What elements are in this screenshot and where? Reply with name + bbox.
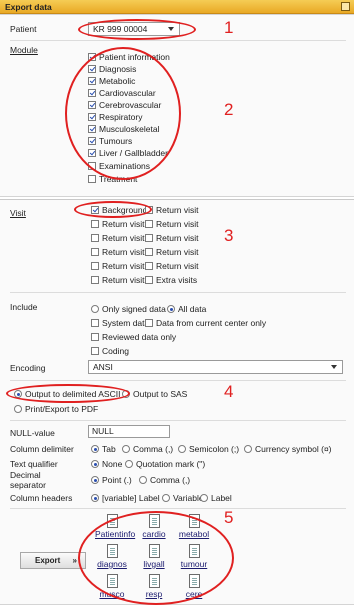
headers-radio-variable[interactable]: Variable bbox=[162, 493, 204, 504]
annotation-number-1: 1 bbox=[224, 18, 234, 37]
visit-checkbox-return-visit[interactable]: Return visit bbox=[91, 261, 145, 272]
decimal-radio-comma[interactable]: Comma (,) bbox=[139, 475, 190, 486]
divider bbox=[10, 40, 346, 41]
checkbox-icon[interactable] bbox=[145, 276, 153, 284]
minimize-icon[interactable] bbox=[341, 2, 350, 11]
visit-checkbox-return-visit[interactable]: Return visit bbox=[145, 261, 199, 272]
decimal-separator-label-line2: separator bbox=[10, 480, 46, 490]
radio-icon[interactable] bbox=[91, 494, 99, 502]
null-value-label: NULL-value bbox=[10, 428, 55, 438]
null-value-input[interactable]: NULL bbox=[88, 425, 170, 438]
visit-checkbox-return-visit[interactable]: Return visit bbox=[91, 247, 145, 258]
checkbox-icon[interactable] bbox=[145, 319, 153, 327]
checkbox-icon[interactable] bbox=[145, 262, 153, 270]
encoding-select[interactable]: ANSI bbox=[88, 360, 343, 374]
annotation-ellipse-1 bbox=[78, 19, 196, 40]
delimiter-radio-tab[interactable]: Tab bbox=[91, 444, 116, 455]
headers-radio-label[interactable]: Label bbox=[200, 493, 232, 504]
encoding-value: ANSI bbox=[93, 362, 113, 372]
checkbox-icon[interactable] bbox=[91, 276, 99, 284]
chevron-down-icon bbox=[331, 365, 337, 369]
visit-checkbox-return-visit[interactable]: Return visit bbox=[145, 247, 199, 258]
delimiter-radio-comma[interactable]: Comma (,) bbox=[122, 444, 173, 455]
checkbox-icon[interactable] bbox=[145, 234, 153, 242]
radio-icon[interactable] bbox=[91, 476, 99, 484]
annotation-ellipse-4 bbox=[6, 384, 130, 403]
divider bbox=[10, 380, 346, 381]
annotation-number-3: 3 bbox=[224, 226, 234, 245]
module-label: Module bbox=[10, 45, 38, 55]
include-label: Include bbox=[10, 302, 38, 312]
encoding-label: Encoding bbox=[10, 363, 46, 373]
visit-label: Visit bbox=[10, 208, 26, 218]
checkbox-icon[interactable] bbox=[145, 248, 153, 256]
checkbox-icon[interactable] bbox=[91, 347, 99, 355]
qualifier-radio-none[interactable]: None bbox=[91, 459, 122, 470]
delimiter-radio-semicolon[interactable]: Semicolon (;) bbox=[178, 444, 239, 455]
radio-icon[interactable] bbox=[125, 460, 133, 468]
visit-checkbox-return-visit[interactable]: Return visit bbox=[145, 219, 199, 230]
annotation-ellipse-2 bbox=[65, 47, 181, 180]
include-checkbox-reviewed[interactable]: Reviewed data only bbox=[91, 332, 176, 343]
annotation-ellipse-3 bbox=[74, 201, 152, 218]
window-title: Export data bbox=[5, 2, 52, 12]
decimal-radio-point[interactable]: Point (.) bbox=[91, 475, 132, 486]
checkbox-icon[interactable] bbox=[91, 234, 99, 242]
export-button[interactable]: Export » bbox=[20, 552, 86, 569]
column-headers-label: Column headers bbox=[10, 493, 73, 503]
radio-icon[interactable] bbox=[244, 445, 252, 453]
text-qualifier-label: Text qualifier bbox=[10, 459, 58, 469]
radio-icon[interactable] bbox=[14, 405, 22, 413]
divider bbox=[10, 508, 346, 509]
include-radio-all-data[interactable]: All data bbox=[167, 304, 206, 315]
visit-checkbox-return-visit[interactable]: Return visit bbox=[145, 233, 199, 244]
checkbox-icon[interactable] bbox=[145, 220, 153, 228]
headers-radio-variable-label[interactable]: [variable] Label bbox=[91, 493, 160, 504]
radio-icon[interactable] bbox=[91, 460, 99, 468]
checkbox-icon[interactable] bbox=[88, 175, 96, 183]
annotation-number-2: 2 bbox=[224, 100, 234, 119]
visit-checkbox-return-visit[interactable]: Return visit bbox=[145, 205, 199, 216]
output-radio-sas[interactable]: Output to SAS bbox=[122, 389, 187, 400]
radio-icon[interactable] bbox=[167, 305, 175, 313]
checkbox-icon[interactable] bbox=[91, 248, 99, 256]
radio-icon[interactable] bbox=[91, 305, 99, 313]
window-titlebar: Export data bbox=[0, 0, 354, 14]
include-checkbox-coding[interactable]: Coding bbox=[91, 346, 129, 357]
annotation-number-5: 5 bbox=[224, 508, 234, 527]
radio-icon[interactable] bbox=[91, 445, 99, 453]
checkbox-icon[interactable] bbox=[91, 262, 99, 270]
visit-checkbox-return-visit[interactable]: Return visit bbox=[91, 275, 145, 286]
double-chevron-right-icon: » bbox=[72, 556, 77, 565]
column-delimiter-label: Column delimiter bbox=[10, 444, 74, 454]
radio-icon[interactable] bbox=[178, 445, 186, 453]
checkbox-icon[interactable] bbox=[91, 319, 99, 327]
divider bbox=[10, 292, 346, 293]
decimal-separator-label: Decimal bbox=[10, 470, 41, 480]
checkbox-icon[interactable] bbox=[91, 220, 99, 228]
visit-checkbox-return-visit[interactable]: Return visit bbox=[91, 219, 145, 230]
delimiter-radio-currency[interactable]: Currency symbol (¤) bbox=[244, 444, 332, 455]
include-radio-only-signed[interactable]: Only signed data bbox=[91, 304, 166, 315]
include-checkbox-current-center[interactable]: Data from current center only bbox=[145, 318, 266, 329]
radio-icon[interactable] bbox=[200, 494, 208, 502]
divider bbox=[10, 420, 346, 421]
radio-icon[interactable] bbox=[162, 494, 170, 502]
visit-checkbox-return-visit[interactable]: Return visit bbox=[91, 233, 145, 244]
radio-icon[interactable] bbox=[122, 445, 130, 453]
output-radio-pdf[interactable]: Print/Export to PDF bbox=[14, 404, 98, 415]
patient-label: Patient bbox=[10, 24, 37, 34]
include-checkbox-system-data[interactable]: System data bbox=[91, 318, 149, 329]
checkbox-icon[interactable] bbox=[91, 333, 99, 341]
annotation-number-4: 4 bbox=[224, 382, 234, 401]
qualifier-radio-quotation[interactable]: Quotation mark (") bbox=[125, 459, 205, 470]
annotation-ellipse-5 bbox=[78, 511, 234, 605]
visit-checkbox-extra-visits[interactable]: Extra visits bbox=[145, 275, 197, 286]
radio-icon[interactable] bbox=[139, 476, 147, 484]
